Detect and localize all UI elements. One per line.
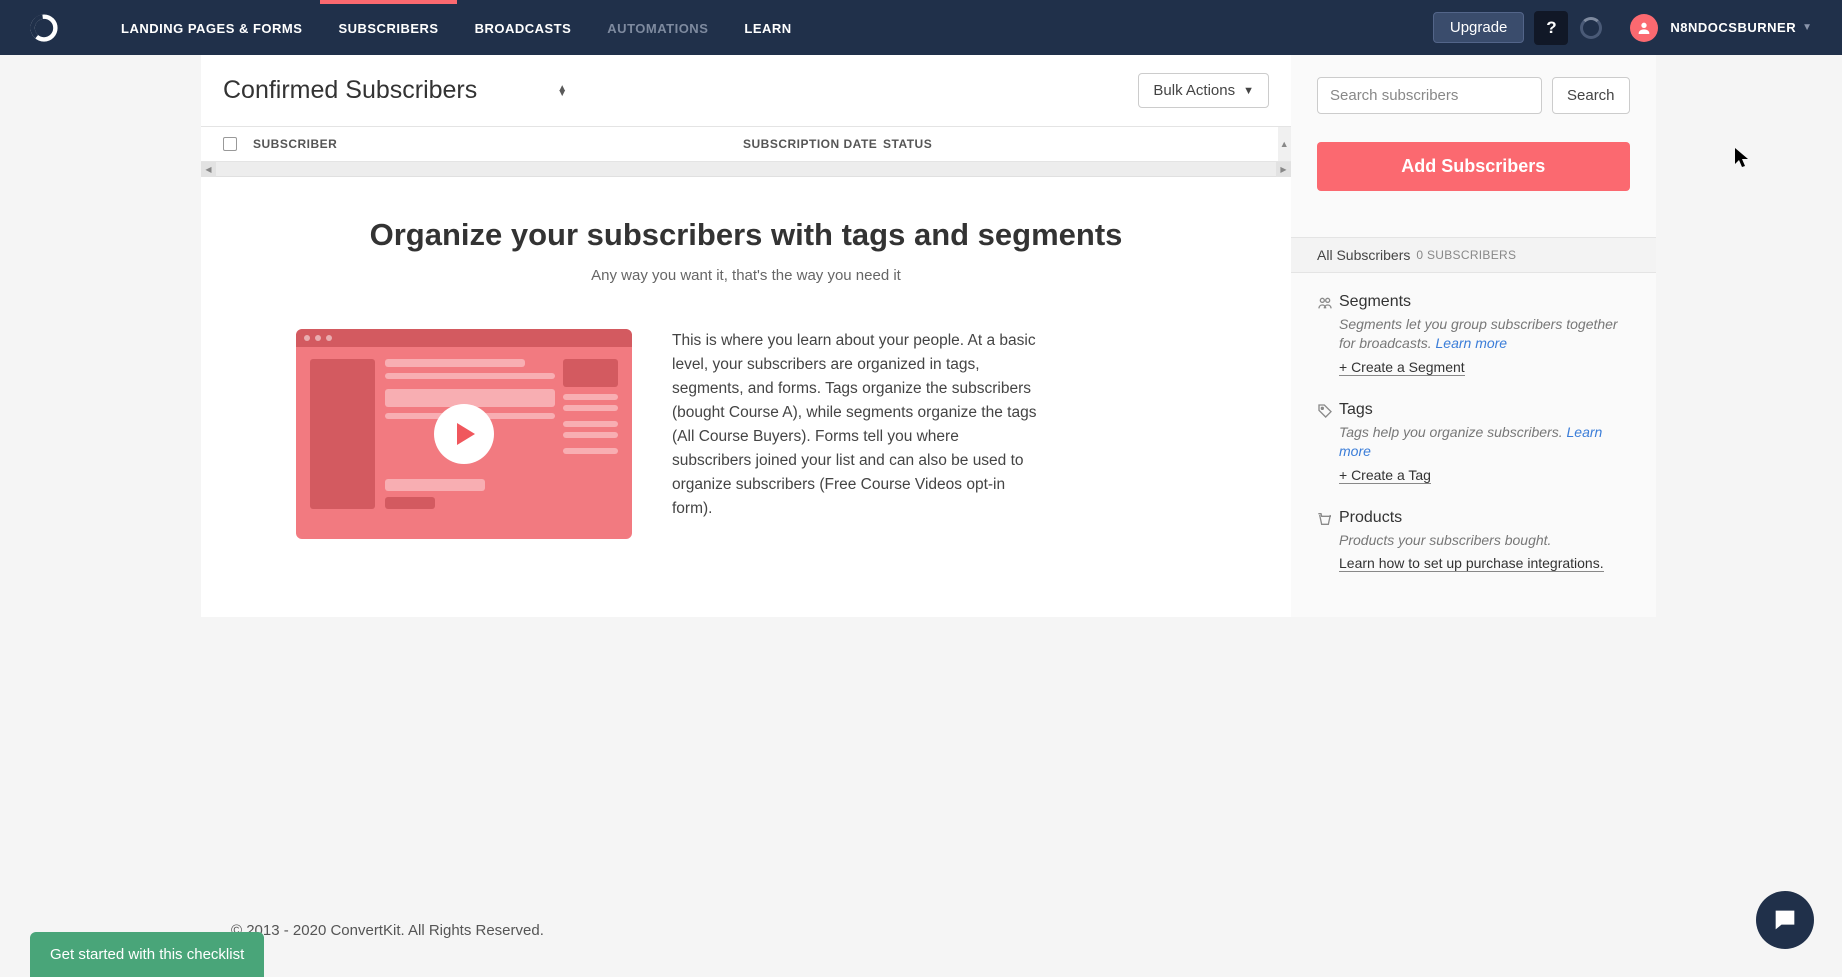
checklist-button[interactable]: Get started with this checklist: [30, 932, 264, 977]
empty-state-subtitle: Any way you want it, that's the way you …: [241, 267, 1251, 284]
select-all-checkbox[interactable]: [223, 137, 237, 151]
products-section: Products Products your subscribers bough…: [1317, 509, 1630, 574]
sidebar: Search Add Subscribers All Subscribers 0…: [1291, 55, 1656, 617]
video-thumbnail[interactable]: [296, 329, 632, 539]
account-menu[interactable]: N8NDOCSBURNER ▼: [1630, 14, 1812, 42]
nav-items: LANDING PAGES & FORMS SUBSCRIBERS BROADC…: [103, 2, 810, 54]
search-button[interactable]: Search: [1552, 77, 1630, 114]
logo-icon[interactable]: [30, 14, 58, 42]
help-button[interactable]: ?: [1534, 11, 1568, 45]
table-header: SUBSCRIBER SUBSCRIPTION DATE STATUS ▲: [201, 126, 1291, 162]
create-tag-link[interactable]: + Create a Tag: [1339, 467, 1431, 484]
loading-spinner-icon: [1580, 17, 1602, 39]
products-icon: [1317, 509, 1339, 574]
nav-subscribers[interactable]: SUBSCRIBERS: [320, 2, 456, 54]
scroll-right-icon[interactable]: ▶: [1276, 162, 1291, 177]
all-subscribers-row[interactable]: All Subscribers 0 SUBSCRIBERS: [1291, 237, 1656, 273]
tags-description: Tags help you organize subscribers.: [1339, 424, 1567, 440]
segments-icon: [1317, 293, 1339, 377]
chevron-down-icon: ▼: [1802, 22, 1812, 33]
chevron-down-icon: ▼: [1243, 85, 1254, 97]
top-nav: LANDING PAGES & FORMS SUBSCRIBERS BROADC…: [0, 0, 1842, 55]
segments-section: Segments Segments let you group subscrib…: [1317, 293, 1630, 377]
empty-state-body: This is where you learn about your peopl…: [672, 329, 1042, 521]
col-header-date[interactable]: SUBSCRIPTION DATE: [743, 137, 883, 151]
search-input[interactable]: [1317, 77, 1542, 114]
all-subscribers-label: All Subscribers: [1317, 247, 1410, 263]
products-description: Products your subscribers bought.: [1339, 531, 1630, 550]
segments-heading: Segments: [1339, 293, 1630, 311]
nav-learn[interactable]: LEARN: [726, 2, 809, 54]
sort-toggle-icon[interactable]: ▲▼: [557, 86, 567, 96]
scroll-left-icon[interactable]: ◀: [201, 162, 216, 177]
main-column: Confirmed Subscribers ▲▼ Bulk Actions ▼ …: [201, 55, 1291, 617]
segments-learn-more-link[interactable]: Learn more: [1436, 335, 1508, 351]
avatar-icon: [1630, 14, 1658, 42]
footer-copyright: © 2013 - 2020 ConvertKit. All Rights Res…: [201, 922, 1641, 939]
horizontal-scrollbar[interactable]: ◀ ▶: [201, 162, 1291, 177]
page-title: Confirmed Subscribers: [223, 76, 477, 105]
empty-state: Organize your subscribers with tags and …: [201, 177, 1291, 579]
bulk-actions-button[interactable]: Bulk Actions ▼: [1138, 73, 1269, 108]
nav-landing-pages[interactable]: LANDING PAGES & FORMS: [103, 2, 320, 54]
col-header-status[interactable]: STATUS: [883, 137, 1269, 151]
username-label: N8NDOCSBURNER: [1670, 20, 1796, 35]
cursor-icon: [1735, 148, 1749, 168]
add-subscribers-button[interactable]: Add Subscribers: [1317, 142, 1630, 191]
products-learn-link[interactable]: Learn how to set up purchase integration…: [1339, 555, 1604, 572]
vertical-scrollbar[interactable]: ▲: [1278, 127, 1291, 161]
tags-heading: Tags: [1339, 401, 1630, 419]
nav-broadcasts[interactable]: BROADCASTS: [457, 2, 590, 54]
products-heading: Products: [1339, 509, 1630, 527]
play-icon[interactable]: [434, 404, 494, 464]
col-header-subscriber[interactable]: SUBSCRIBER: [253, 137, 743, 151]
chat-widget-button[interactable]: [1756, 891, 1814, 949]
tags-section: Tags Tags help you organize subscribers.…: [1317, 401, 1630, 485]
nav-automations[interactable]: AUTOMATIONS: [589, 2, 726, 54]
tags-icon: [1317, 401, 1339, 485]
bulk-actions-label: Bulk Actions: [1153, 82, 1235, 99]
empty-state-title: Organize your subscribers with tags and …: [241, 217, 1251, 253]
create-segment-link[interactable]: + Create a Segment: [1339, 359, 1465, 376]
upgrade-button[interactable]: Upgrade: [1433, 12, 1525, 43]
all-subscribers-count: 0 SUBSCRIBERS: [1416, 248, 1516, 262]
